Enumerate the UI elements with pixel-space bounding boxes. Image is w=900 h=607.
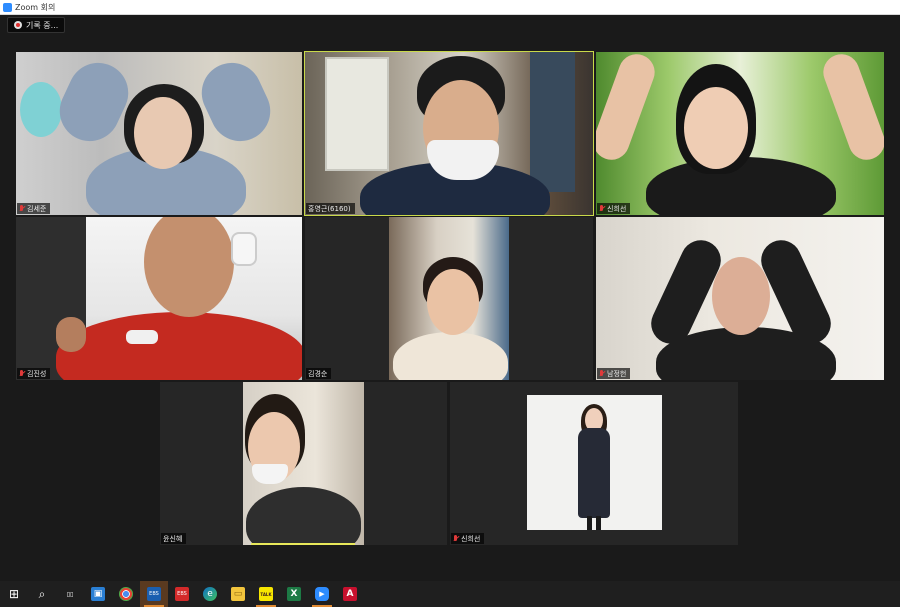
participant-tile[interactable]: 윤신혜: [160, 382, 447, 545]
background-clothing: [530, 52, 575, 192]
muted-mic-icon: [599, 204, 605, 213]
participant-name: 신희선: [607, 204, 627, 213]
participant-nametag: 윤신혜: [161, 533, 187, 544]
taskbar-app-explorer[interactable]: ▭: [224, 581, 252, 607]
participant-name: 김진성: [27, 369, 47, 378]
search-button[interactable]: ⌕: [28, 581, 56, 607]
start-button[interactable]: ⊞: [0, 581, 28, 607]
participant-face: [427, 269, 479, 335]
participant-face: [712, 257, 770, 335]
participant-nametag: 김세준: [17, 203, 51, 214]
taskbar-app[interactable]: EBS: [168, 581, 196, 607]
muted-mic-icon: [19, 204, 25, 213]
taskbar-app[interactable]: ▣: [84, 581, 112, 607]
excel-icon: X: [287, 587, 301, 601]
participant-tile[interactable]: 김진성: [16, 217, 302, 380]
participant-nametag: 김경순: [306, 368, 332, 379]
participant-tile[interactable]: 남정헌: [596, 217, 884, 380]
taskbar-app-kakaotalk[interactable]: TALK: [252, 581, 280, 607]
taskbar-app-acrobat[interactable]: A: [336, 581, 364, 607]
participant-tile[interactable]: 김경순: [305, 217, 593, 380]
participant-nametag: 남정헌: [597, 368, 631, 379]
face-mask: [252, 464, 288, 484]
participant-face: [134, 97, 192, 169]
taskbar-app-zoom[interactable]: ▶: [308, 581, 336, 607]
taskbar-app-excel[interactable]: X: [280, 581, 308, 607]
taskbar-app-chrome[interactable]: ◉: [112, 581, 140, 607]
participant-name: 홍영근(6160): [308, 204, 351, 213]
file-explorer-icon: ▭: [231, 587, 245, 601]
window-title: Zoom 회의: [15, 2, 56, 12]
chrome-icon: ◉: [119, 587, 133, 601]
muted-mic-icon: [19, 369, 25, 378]
participant-tile[interactable]: 김세준: [16, 52, 302, 215]
participant-nametag: 신희선: [597, 203, 631, 214]
participant-leg: [596, 516, 601, 530]
participant-body: [578, 428, 610, 518]
participant-name: 김세준: [27, 204, 47, 213]
participant-name: 윤신혜: [163, 534, 183, 543]
kakaotalk-icon: TALK: [259, 587, 273, 601]
app-red-icon: EBS: [175, 587, 189, 601]
participant-name: 김경순: [308, 369, 328, 378]
speaking-indicator: [251, 543, 355, 545]
participant-name: 남정헌: [607, 369, 627, 378]
acrobat-icon: A: [343, 587, 357, 601]
participant-leg: [587, 516, 592, 530]
headset-icon: [231, 232, 257, 266]
participant-nametag: 김진성: [17, 368, 51, 379]
headset-controller: [126, 330, 158, 344]
zoom-icon: ▶: [315, 587, 329, 601]
task-view-button[interactable]: ▯▯: [56, 581, 84, 607]
participant-hand: [56, 317, 86, 352]
recording-icon: [14, 21, 22, 29]
background-shelf: [325, 57, 389, 171]
app-orange-icon: EBS: [147, 587, 161, 601]
background-decoration: [20, 82, 62, 137]
windows-taskbar: ⊞ ⌕ ▯▯ ▣ ◉ EBS EBS e ▭ TALK X ▶ A: [0, 581, 900, 607]
recording-indicator[interactable]: 기록 중...: [7, 17, 66, 33]
task-view-icon: ▯▯: [66, 590, 74, 598]
muted-mic-icon: [599, 369, 605, 378]
search-icon: ⌕: [38, 586, 46, 601]
participant-name: 신희선: [461, 534, 481, 543]
zoom-app-icon: [3, 2, 12, 12]
participant-face: [684, 87, 748, 169]
participant-tile[interactable]: 신희선: [596, 52, 884, 215]
start-icon: ⊞: [8, 587, 20, 601]
participant-tile[interactable]: 신희선: [450, 382, 738, 545]
app-blue-icon: ▣: [91, 587, 105, 601]
participant-tile-active-speaker[interactable]: 홍영근(6160): [304, 51, 594, 216]
window-titlebar: Zoom 회의: [0, 0, 900, 15]
recording-label: 기록 중...: [26, 20, 59, 30]
participant-nametag: 홍영근(6160): [306, 203, 355, 214]
taskbar-app-edge[interactable]: e: [196, 581, 224, 607]
edge-icon: e: [203, 587, 217, 601]
zoom-gallery-view: 기록 중... 김세준 홍영근(6160) 신희선 김진성 김경순 남정헌 윤신…: [0, 15, 900, 581]
taskbar-app-active[interactable]: EBS: [140, 581, 168, 607]
muted-mic-icon: [453, 534, 459, 543]
participant-nametag: 신희선: [451, 533, 485, 544]
